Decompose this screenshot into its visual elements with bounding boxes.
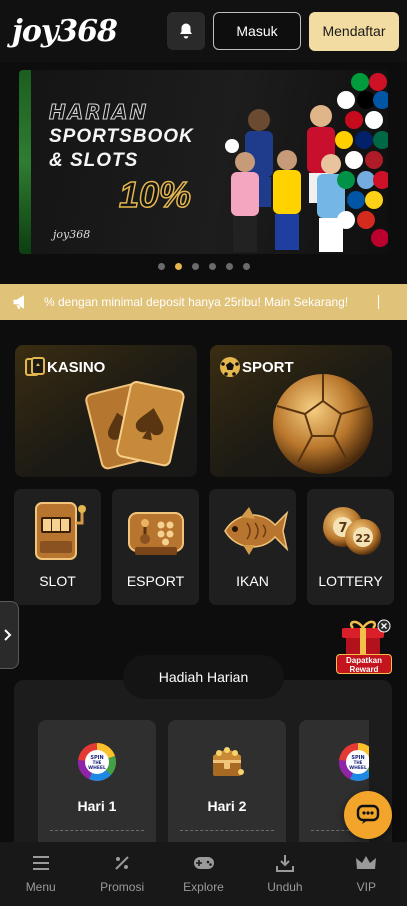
reward-badge-line1: Dapatkan [345,656,382,665]
arcade-icon [128,512,184,555]
banner-dot[interactable] [208,263,216,270]
day-card-divider [50,830,144,831]
nav-unduh[interactable]: Unduh [244,842,325,906]
category-kasino[interactable]: KASINO [15,345,197,477]
category-sport[interactable]: SPORT [210,345,392,477]
spin-wheel-icon: SPIN THE WHEEL [77,743,117,781]
banner-dot[interactable] [157,263,165,270]
notification-button[interactable] [167,12,205,50]
chevron-right-icon [3,629,11,641]
day-card-3[interactable]: SPIN THE WHEEL H [299,720,369,860]
cards-icon [25,357,45,376]
day-card-2-label: Hari 2 [207,798,247,814]
percent-icon [115,856,129,870]
country-flags-decoration [335,73,388,247]
lottery-ball-icon: 7 22 [323,507,381,555]
category-esport[interactable]: ESPORT [112,489,199,605]
live-chat-button[interactable] [344,791,392,839]
register-button[interactable]: Mendaftar [309,11,399,51]
category-kasino-label: KASINO [47,359,106,376]
app-page: joy368 Masuk Mendaftar HARIAN SPORTSBOOK… [0,0,407,906]
nav-unduh-label: Unduh [267,880,303,894]
marquee-text: % dengan minimal deposit hanya 25ribu! M… [44,295,349,309]
day-card-1[interactable]: SPIN THE WHEEL Hari 1 [38,720,156,860]
brand-logo[interactable]: joy368 [12,14,118,49]
gamepad-icon [193,857,214,869]
svg-text:THE: THE [354,760,363,765]
banner-dot[interactable] [225,263,233,270]
download-icon [275,855,294,872]
nav-promosi[interactable]: Promosi [81,842,162,906]
banner-subheading: SPORTSBOOK [49,126,194,147]
megaphone-icon [13,295,24,309]
nav-explore[interactable]: Explore [163,842,244,906]
category-slot-label: SLOT [39,573,76,589]
banner-dot[interactable] [242,263,250,270]
banner-subheading-2: & SLOTS [49,150,139,171]
reward-badge-label: Dapatkan Reward [336,654,392,674]
slot-machine-icon [35,502,86,560]
promo-banner[interactable]: HARIAN SPORTSBOOK & SLOTS 10% joy368 [19,70,388,254]
reward-badge-line2: Reward [349,665,379,674]
top-header: joy368 Masuk Mendaftar [0,0,407,62]
svg-text:THE: THE [93,760,102,765]
banner-pagination [0,263,407,270]
spin-wheel-icon: SPIN THE WHEEL [338,743,369,781]
category-esport-label: ESPORT [126,573,185,589]
treasure-chest-icon [213,747,244,776]
marquee-separator [378,295,379,309]
banner-heading: HARIAN [48,100,149,125]
soccer-ball-icon [220,357,240,377]
daily-rewards-carousel[interactable]: SPIN THE WHEEL Hari 1 Hari 2 SPIN THE WH… [38,720,369,860]
bottom-navigation: Menu Promosi Explore Unduh VIP [0,842,407,906]
reward-badge[interactable]: Dapatkan Reward [336,618,392,676]
crown-icon [356,856,377,869]
svg-text:WHEEL: WHEEL [349,765,367,771]
nav-vip-label: VIP [356,880,376,894]
day-card-2[interactable]: Hari 2 [168,720,286,860]
banner-percent: 10% [118,173,192,216]
header-actions: Masuk Mendaftar [167,11,399,51]
bell-icon [180,23,192,39]
nav-menu-label: Menu [25,880,56,894]
banner-brand: joy368 [53,228,91,241]
golden-ball-image [273,374,373,474]
nav-explore-label: Explore [183,880,224,894]
banner-dot-active[interactable] [174,263,182,270]
login-button[interactable]: Masuk [213,12,301,50]
daily-rewards-title: Hadiah Harian [123,655,284,699]
banner-dot[interactable] [191,263,199,270]
announcement-marquee[interactable]: % dengan minimal deposit hanya 25ribu! M… [0,284,407,320]
svg-text:22: 22 [355,532,370,545]
nav-menu[interactable]: Menu [0,842,81,906]
chat-bubble-icon [356,804,380,824]
category-slot[interactable]: SLOT [14,489,101,605]
category-lottery-label: LOTTERY [318,573,383,589]
category-ikan-label: IKAN [236,573,269,589]
fish-icon [224,507,289,555]
banner-edge-decoration [19,70,31,254]
menu-icon [32,856,49,870]
nav-promosi-label: Promosi [100,880,145,894]
day-card-1-label: Hari 1 [77,798,117,814]
day-card-divider [180,830,274,831]
svg-text:WHEEL: WHEEL [88,765,106,771]
side-drawer-toggle[interactable] [0,601,19,669]
category-ikan[interactable]: IKAN [209,489,296,605]
nav-vip[interactable]: VIP [326,842,407,906]
category-lottery[interactable]: 7 22 LOTTERY [307,489,394,605]
playing-cards-image [85,381,185,470]
